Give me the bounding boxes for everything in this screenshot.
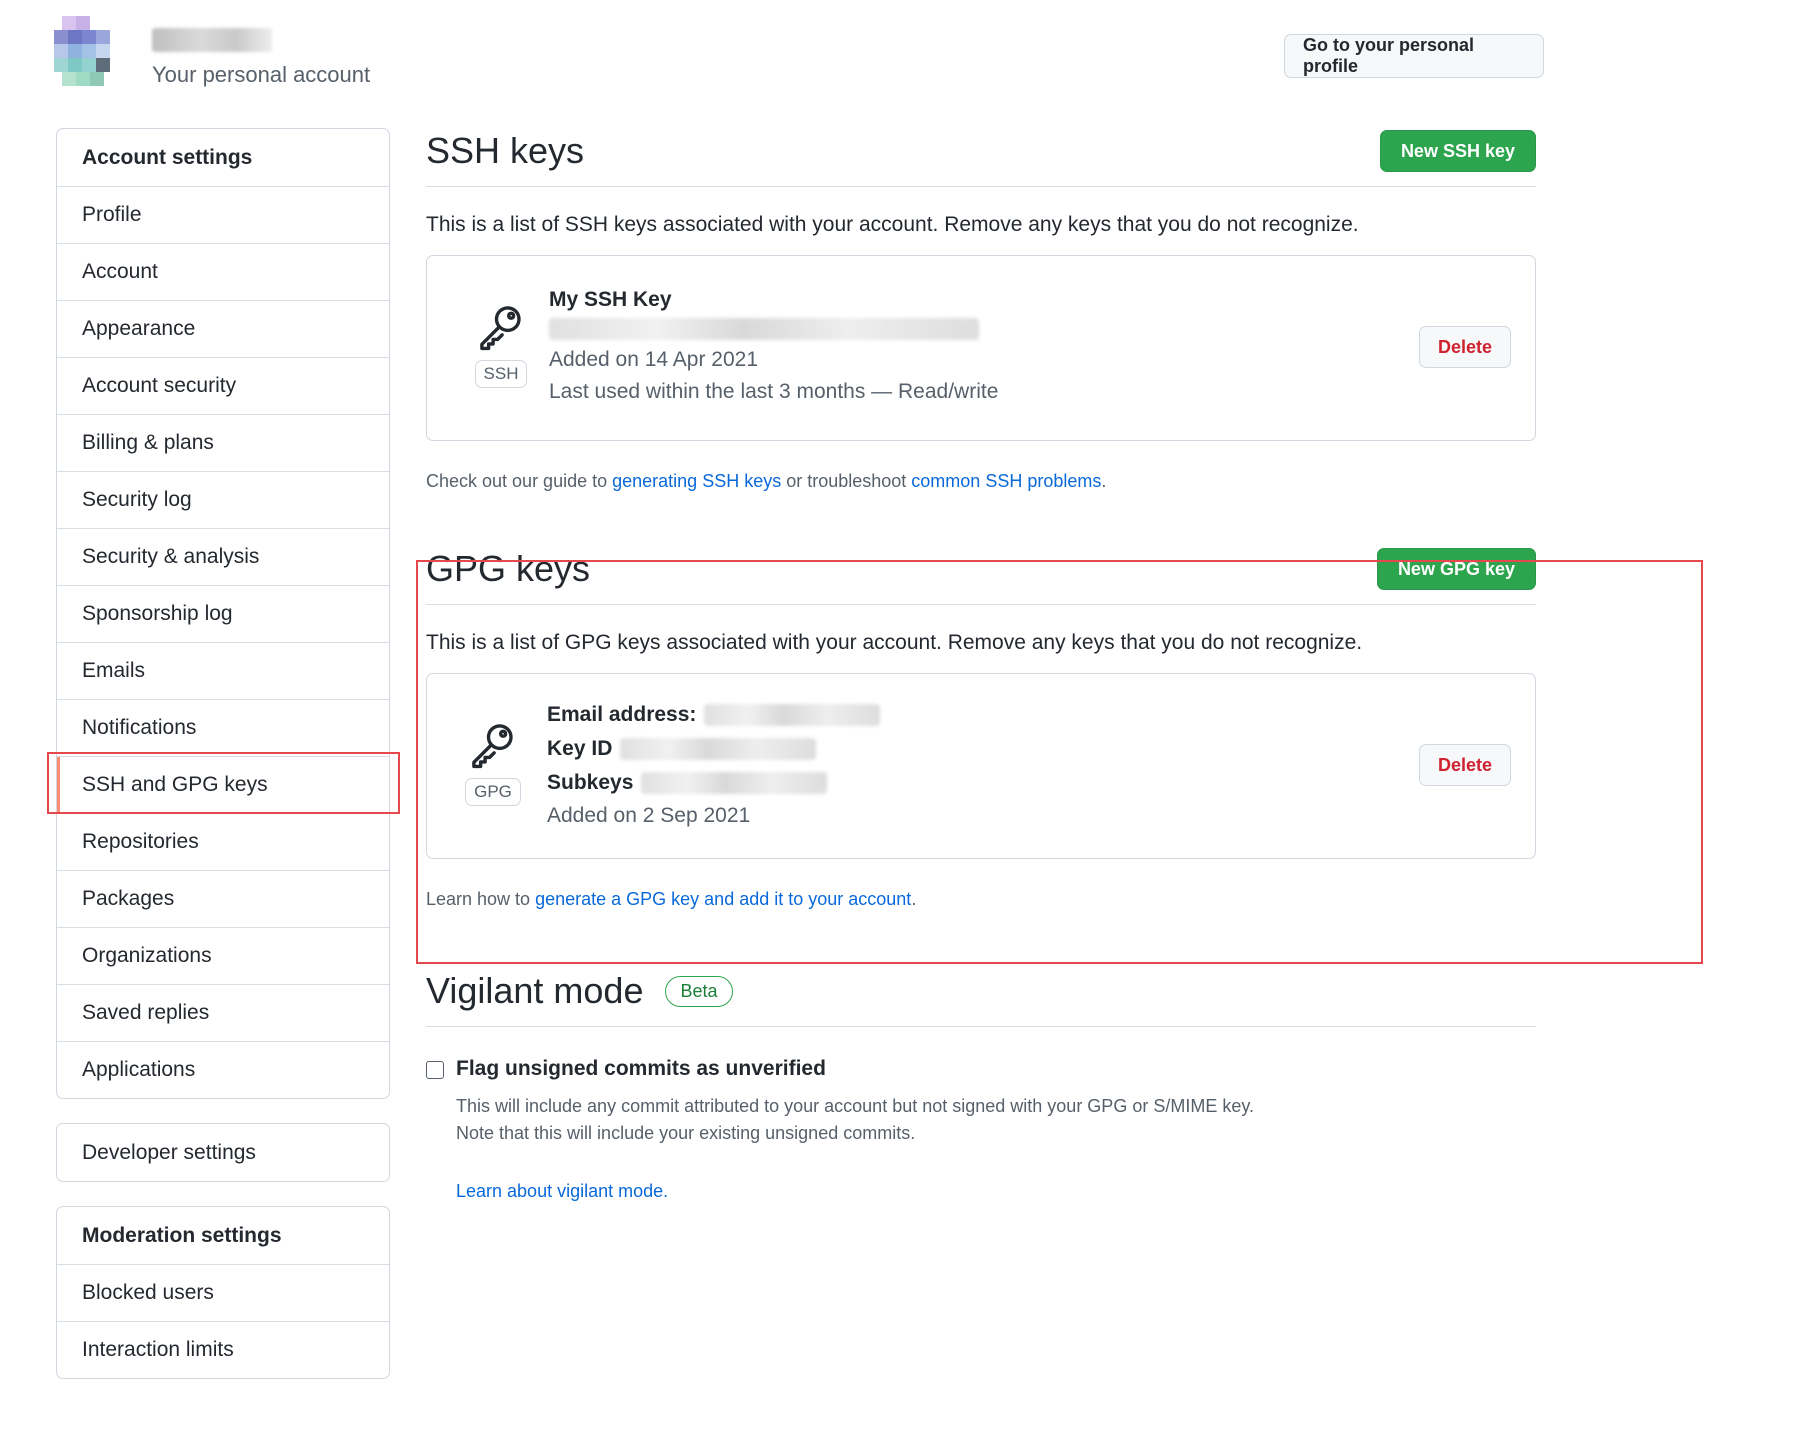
sidebar-item-emails[interactable]: Emails <box>57 642 389 699</box>
sidebar-item-blocked-users[interactable]: Blocked users <box>57 1264 389 1321</box>
sidebar-item-interaction-limits[interactable]: Interaction limits <box>57 1321 389 1378</box>
vigilant-mode-title: Vigilant mode <box>426 970 644 1011</box>
sidebar-item-saved-replies[interactable]: Saved replies <box>57 984 389 1041</box>
go-to-profile-button[interactable]: Go to your personal profile <box>1284 34 1544 78</box>
ssh-key-badge: SSH <box>471 300 531 388</box>
sidebar-item-organizations[interactable]: Organizations <box>57 927 389 984</box>
menu-heading-account-settings: Account settings <box>82 145 253 169</box>
sidebar-item-packages[interactable]: Packages <box>57 870 389 927</box>
ssh-key-details: My SSH Key Added on 14 Apr 2021 Last use… <box>549 288 998 404</box>
ssh-help-suffix: . <box>1101 471 1107 491</box>
ssh-keys-title: SSH keys <box>426 130 585 171</box>
ssh-type-label: SSH <box>474 360 528 388</box>
gpg-section-highlight <box>416 560 1703 964</box>
sidebar-item-security-analysis[interactable]: Security & analysis <box>57 528 389 585</box>
ssh-key-last-used: Last used within the last 3 months — Rea… <box>549 380 999 403</box>
username-redacted <box>152 28 272 52</box>
key-icon <box>480 306 521 351</box>
developer-settings-menu: Developer settings <box>56 1123 390 1182</box>
ssh-help-middle: or troubleshoot <box>781 471 912 491</box>
vigilant-note: This will include any commit attributed … <box>456 1093 1254 1147</box>
flag-unsigned-commits-label[interactable]: Flag unsigned commits as unverified <box>456 1057 1254 1081</box>
sidebar-item-appearance[interactable]: Appearance <box>57 300 389 357</box>
new-ssh-key-button[interactable]: New SSH key <box>1379 130 1536 172</box>
ssh-help-prefix: Check out our guide to <box>426 471 613 491</box>
vigilant-section-header: Vigilant mode Beta <box>426 970 1536 1027</box>
sidebar-item-developer-settings[interactable]: Developer settings <box>57 1124 389 1181</box>
sidebar-item-billing-plans[interactable]: Billing & plans <box>57 414 389 471</box>
moderation-settings-menu: Moderation settings Blocked users Intera… <box>56 1206 390 1379</box>
vigilant-option-body: Flag unsigned commits as unverified This… <box>456 1057 1254 1202</box>
account-settings-menu: Account settings Profile Account Appeara… <box>56 128 390 1099</box>
beta-badge: Beta <box>665 975 733 1007</box>
account-header: Your personal account Go to your persona… <box>44 12 1544 102</box>
sidebar-item-repositories[interactable]: Repositories <box>57 813 389 870</box>
ssh-help-text: Check out our guide to generating SSH ke… <box>426 471 1536 492</box>
ssh-key-item: SSH My SSH Key Added on 14 Apr 2021 Last… <box>426 255 1536 441</box>
sidebar-item-applications[interactable]: Applications <box>57 1041 389 1098</box>
sidebar-item-profile[interactable]: Profile <box>57 186 389 243</box>
vigilant-mode-section: Vigilant mode Beta Flag unsigned commits… <box>426 970 1536 1202</box>
selected-item-highlight <box>47 752 400 814</box>
delete-ssh-key-button[interactable]: Delete <box>1418 326 1511 368</box>
vigilant-note-line1: This will include any commit attributed … <box>456 1096 1255 1116</box>
vigilant-note-line2: Note that this will include your existin… <box>456 1123 916 1143</box>
account-subtitle: Your personal account <box>152 62 371 87</box>
flag-unsigned-commits-checkbox[interactable] <box>426 1061 444 1079</box>
ssh-description: This is a list of SSH keys associated wi… <box>426 213 1359 236</box>
learn-vigilant-mode-link[interactable]: Learn about vigilant mode. <box>456 1181 1254 1202</box>
common-ssh-problems-link[interactable]: common SSH problems <box>911 471 1101 491</box>
sidebar-item-security-log[interactable]: Security log <box>57 471 389 528</box>
sidebar-item-account[interactable]: Account <box>57 243 389 300</box>
ssh-keys-section: SSH keys New SSH key This is a list of S… <box>426 130 1536 492</box>
sidebar-item-account-security[interactable]: Account security <box>57 357 389 414</box>
menu-heading-moderation-settings: Moderation settings <box>82 1223 282 1247</box>
ssh-key-added: Added on 14 Apr 2021 <box>549 348 759 371</box>
vigilant-option: Flag unsigned commits as unverified This… <box>426 1057 1536 1202</box>
generating-ssh-keys-link[interactable]: generating SSH keys <box>612 471 781 491</box>
sidebar-item-notifications[interactable]: Notifications <box>57 699 389 756</box>
ssh-section-header: SSH keys New SSH key <box>426 130 1536 187</box>
avatar[interactable] <box>44 16 122 94</box>
ssh-key-name: My SSH Key <box>549 288 672 311</box>
ssh-fingerprint-redacted <box>549 318 979 340</box>
sidebar-item-sponsorship-log[interactable]: Sponsorship log <box>57 585 389 642</box>
